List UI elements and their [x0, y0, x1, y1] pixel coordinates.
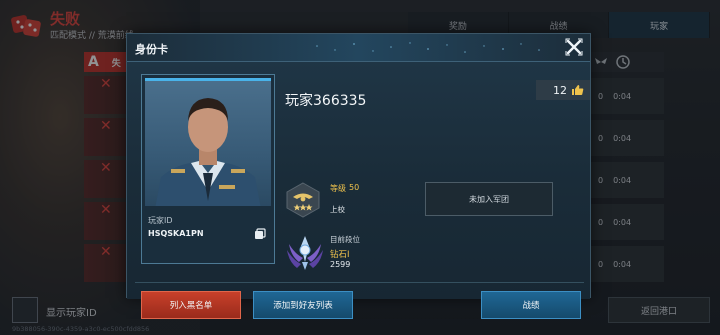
divider [135, 282, 584, 283]
player-name: 玩家366335 [285, 93, 367, 109]
current-tier-label: 目前段位 [330, 235, 360, 244]
portrait-card: 玩家ID HSQSKA1PN [141, 74, 275, 264]
tier-score: 2599 [330, 260, 351, 269]
legion-status-button[interactable]: 未加入军团 [425, 182, 553, 216]
header-particles-decoration [316, 42, 540, 53]
close-icon[interactable] [565, 38, 583, 56]
player-id-value: HSQSKA1PN [148, 229, 204, 238]
copy-icon[interactable] [254, 228, 266, 240]
add-friend-button[interactable]: 添加到好友列表 [253, 291, 353, 319]
likes-badge[interactable]: 12 [536, 80, 590, 100]
level-value: 50 [349, 183, 360, 192]
officer-portrait-icon [155, 98, 261, 206]
modal-title: 身份卡 [135, 43, 168, 56]
modal-header: 身份卡 [127, 34, 590, 62]
battle-record-button[interactable]: 战绩 [481, 291, 581, 319]
blacklist-button[interactable]: 列入黑名单 [141, 291, 241, 319]
likes-count: 12 [553, 83, 567, 97]
thumbs-up-icon [572, 85, 584, 95]
modal-body: 玩家ID HSQSKA1PN 玩家366335 12 等级 50 上校 目前段位… [127, 62, 590, 319]
tier-name: 钻石I [330, 250, 350, 260]
diamond-tier-icon [287, 236, 323, 270]
rank-badge-icon [286, 182, 320, 218]
military-rank: 上校 [330, 205, 345, 214]
level-label: 等级 [330, 184, 346, 193]
id-card-modal: 身份卡 玩家ID HSQSKA1PN 玩家366335 12 等级 50 上校 … [126, 33, 591, 319]
player-id-label: 玩家ID [148, 216, 173, 225]
player-portrait [145, 78, 271, 206]
